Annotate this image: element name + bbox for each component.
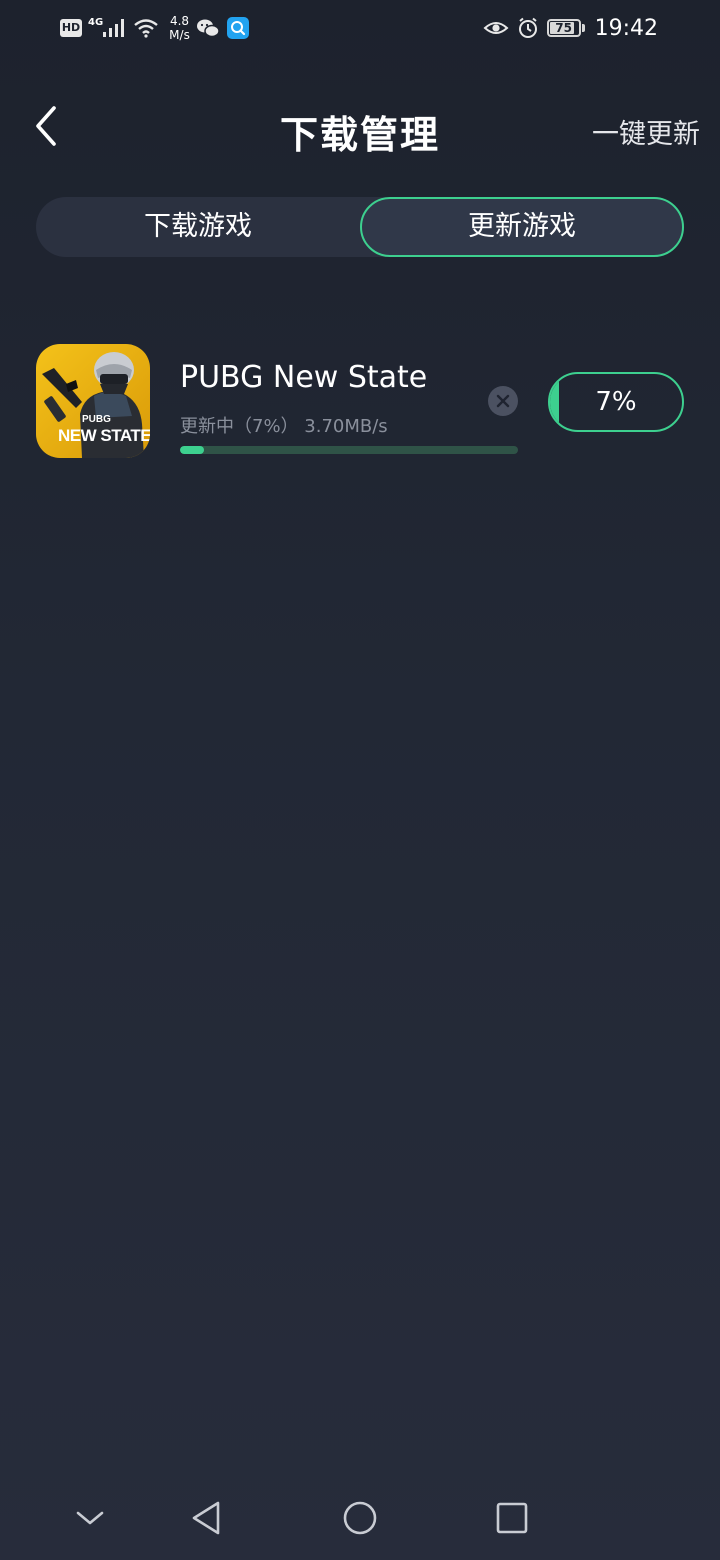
clock: 19:42	[594, 15, 658, 41]
battery-level: 75	[555, 21, 572, 35]
speed-unit: M/s	[169, 28, 190, 42]
close-icon	[496, 394, 510, 408]
pause-progress-button[interactable]: 7%	[548, 372, 684, 432]
status-left: HD 4G 4.8 M/s	[60, 12, 250, 44]
update-status: 更新中（7%） 3.70MB/s	[180, 416, 388, 437]
signal-icon	[103, 19, 125, 37]
battery-icon: 75	[546, 19, 585, 37]
collapse-nav-button[interactable]	[66, 1494, 114, 1542]
recents-square-icon	[496, 1502, 528, 1534]
network-speed: 4.8 M/s	[169, 14, 190, 42]
header: 下载管理 一键更新	[0, 90, 720, 162]
tab-download-games[interactable]: 下载游戏	[36, 197, 360, 257]
system-nav-bar	[0, 1476, 720, 1560]
progress-fill	[180, 446, 204, 454]
icon-label-bottom: NEW STATE	[58, 426, 150, 445]
chevron-down-icon	[76, 1511, 104, 1525]
search-app-icon	[226, 17, 249, 39]
alarm-icon	[518, 17, 537, 38]
game-icon[interactable]: PUBG NEW STATE	[36, 344, 150, 458]
progress-percent: 7%	[595, 387, 637, 417]
list-item: PUBG NEW STATE PUBG New State 更新中（7%） 3.…	[36, 344, 684, 460]
status-right: 75 19:42	[483, 12, 658, 44]
icon-label-top: PUBG	[82, 414, 111, 425]
wechat-icon	[196, 19, 220, 38]
home-circle-icon	[343, 1501, 377, 1535]
wifi-icon	[134, 19, 158, 38]
game-name: PUBG New State	[180, 360, 428, 395]
nav-recents-button[interactable]	[488, 1494, 536, 1542]
network-type: 4G	[88, 16, 104, 28]
nav-home-button[interactable]	[336, 1494, 384, 1542]
tab-update-games[interactable]: 更新游戏	[360, 197, 684, 257]
cancel-download-button[interactable]	[488, 386, 518, 416]
update-all-button[interactable]: 一键更新	[592, 112, 700, 151]
progress-bar	[180, 446, 518, 454]
nav-back-button[interactable]	[182, 1494, 230, 1542]
eye-icon	[483, 22, 509, 34]
tab-switcher: 下载游戏 更新游戏	[36, 197, 684, 257]
hd-icon: HD	[60, 19, 82, 37]
speed-value: 4.8	[169, 14, 190, 28]
status-bar: HD 4G 4.8 M/s 75 19:42	[0, 0, 720, 56]
back-triangle-icon	[192, 1501, 220, 1535]
